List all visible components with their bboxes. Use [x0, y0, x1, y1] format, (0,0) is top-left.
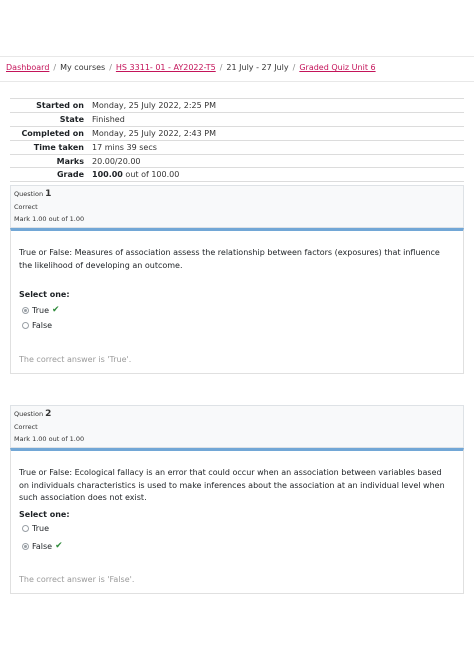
radio-icon[interactable] — [22, 542, 29, 550]
question-state: Correct — [14, 203, 38, 211]
select-one-prompt: Select one: — [19, 510, 70, 519]
question-1-content: True or False: Measures of association a… — [10, 228, 464, 374]
summary-label: Time taken — [10, 139, 92, 155]
option-label: True — [32, 305, 49, 315]
breadcrumb-course[interactable]: HS 3311- 01 - AY2022-T5 — [116, 63, 216, 72]
breadcrumb-separator: / — [109, 63, 112, 72]
answer-option-false[interactable]: False ✔ — [22, 541, 63, 551]
question-number-value: 1 — [45, 189, 52, 199]
question-grade: Mark 1.00 out of 1.00 — [14, 215, 85, 223]
question-2-info: Question 2 Correct Mark 1.00 out of 1.00 — [10, 405, 464, 448]
question-number-prefix: Question — [14, 410, 46, 418]
radio-icon[interactable] — [22, 525, 29, 532]
grade-out-of: out of 100.00 — [122, 170, 180, 180]
summary-row-completed: Completed on Monday, 25 July 2022, 2:43 … — [10, 125, 464, 141]
summary-value: 20.00/20.00 — [92, 153, 464, 168]
summary-label: Grade — [10, 167, 92, 183]
question-grade: Mark 1.00 out of 1.00 — [14, 435, 85, 443]
breadcrumb-week: 21 July - 27 July — [226, 63, 289, 72]
option-label: True — [32, 524, 49, 533]
breadcrumb-quiz[interactable]: Graded Quiz Unit 6 — [299, 63, 375, 72]
question-2-content: True or False: Ecological fallacy is an … — [10, 448, 464, 594]
breadcrumb-dashboard[interactable]: Dashboard — [6, 63, 49, 72]
option-label: False — [32, 321, 53, 330]
summary-row-time-taken: Time taken 17 mins 39 secs — [10, 139, 464, 155]
answer-option-true[interactable]: True — [22, 524, 49, 533]
breadcrumb-separator: / — [53, 63, 57, 72]
question-number: Question 2 — [14, 409, 51, 419]
summary-label: State — [10, 111, 92, 127]
summary-row-marks: Marks 20.00/20.00 — [10, 153, 464, 168]
check-icon: ✔ — [55, 541, 63, 551]
question-text: True or False: Measures of association a… — [19, 248, 440, 270]
question-state: Correct — [14, 423, 38, 431]
breadcrumb-my-courses: My courses — [60, 63, 106, 72]
breadcrumb: Dashboard / My courses / HS 3311- 01 - AY202… — [0, 56, 474, 82]
question-number-prefix: Question — [14, 190, 46, 198]
question-number-value: 2 — [45, 409, 52, 419]
breadcrumb-separator: / — [219, 63, 223, 72]
summary-value: Finished — [92, 111, 464, 127]
summary-row-started: Started on Monday, 25 July 2022, 2:25 PM — [10, 98, 464, 113]
radio-icon[interactable] — [22, 322, 29, 329]
correct-answer-feedback: The correct answer is 'True'. — [19, 355, 132, 364]
correct-answer-feedback: The correct answer is 'False'. — [19, 575, 135, 584]
question-1-info: Question 1 Correct Mark 1.00 out of 1.00 — [10, 185, 464, 228]
summary-value: Monday, 25 July 2022, 2:43 PM — [92, 125, 464, 141]
check-icon: ✔ — [52, 305, 60, 315]
summary-value: Monday, 25 July 2022, 2:25 PM — [92, 98, 464, 113]
answer-option-true[interactable]: True ✔ — [22, 305, 60, 315]
summary-label: Marks — [10, 153, 92, 168]
radio-icon[interactable] — [22, 306, 29, 314]
summary-label: Started on — [10, 98, 92, 113]
summary-value: 100.00 out of 100.00 — [92, 167, 464, 183]
summary-label: Completed on — [10, 125, 92, 141]
select-one-prompt: Select one: — [19, 290, 70, 299]
summary-row-state: State Finished — [10, 111, 464, 127]
summary-row-grade: Grade 100.00 out of 100.00 — [10, 167, 464, 183]
breadcrumb-separator: / — [292, 63, 296, 72]
question-text: True or False: Ecological fallacy is an … — [19, 468, 445, 502]
grade-score: 100.00 — [92, 170, 123, 180]
answer-option-false[interactable]: False — [22, 321, 52, 330]
attempt-summary-table: Started on Monday, 25 July 2022, 2:25 PM… — [10, 98, 464, 183]
question-number: Question 1 — [14, 189, 51, 199]
option-label: False — [32, 541, 53, 551]
summary-value: 17 mins 39 secs — [92, 139, 464, 155]
